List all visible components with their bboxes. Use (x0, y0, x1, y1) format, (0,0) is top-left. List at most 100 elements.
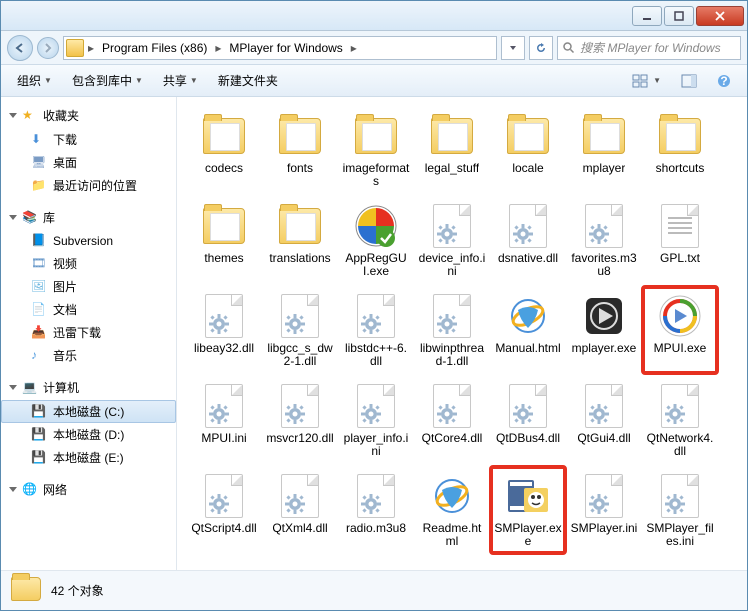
file-item[interactable]: radio.m3u8 (339, 467, 413, 553)
file-item[interactable]: AppRegGUI.exe (339, 197, 413, 283)
minimize-button[interactable] (632, 6, 662, 26)
file-item[interactable]: translations (263, 197, 337, 283)
settings-file-icon (433, 204, 471, 248)
sidebar-item-downloads[interactable]: ⬇下载 (1, 128, 176, 151)
back-button[interactable] (7, 35, 33, 61)
folder-icon (355, 118, 397, 154)
file-item[interactable]: SMPlayer_files.ini (643, 467, 717, 553)
settings-file-icon (585, 204, 623, 248)
folder-icon (279, 118, 321, 154)
close-button[interactable] (696, 6, 744, 26)
forward-button[interactable] (37, 37, 59, 59)
sidebar-item-drive-e[interactable]: 💾本地磁盘 (E:) (1, 446, 176, 469)
dropdown-button[interactable] (501, 36, 525, 60)
file-item[interactable]: msvcr120.dll (263, 377, 337, 463)
chevron-right-icon[interactable]: ▸ (349, 41, 359, 55)
file-name: legal_stuff (425, 162, 480, 175)
file-item[interactable]: QtDBus4.dll (491, 377, 565, 463)
new-folder-button[interactable]: 新建文件夹 (210, 68, 286, 93)
file-name: shortcuts (656, 162, 705, 175)
file-item[interactable]: libeay32.dll (187, 287, 261, 373)
file-item[interactable]: Readme.html (415, 467, 489, 553)
file-name: imageformats (342, 162, 410, 188)
file-item[interactable]: device_info.ini (415, 197, 489, 283)
file-item[interactable]: QtXml4.dll (263, 467, 337, 553)
file-name: translations (269, 252, 330, 265)
chevron-down-icon: ▼ (44, 76, 52, 85)
file-item[interactable]: libgcc_s_dw2-1.dll (263, 287, 337, 373)
file-item[interactable]: imageformats (339, 107, 413, 193)
file-item[interactable]: mplayer.exe (567, 287, 641, 373)
help-button[interactable]: ? (709, 70, 739, 92)
recent-icon: 📁 (31, 178, 47, 194)
file-item[interactable]: MPUI.ini (187, 377, 261, 463)
network-header[interactable]: 🌐网络 (1, 477, 176, 502)
exe-icon (354, 204, 398, 248)
star-icon: ★ (22, 108, 38, 124)
file-item[interactable]: legal_stuff (415, 107, 489, 193)
search-icon (562, 41, 576, 55)
breadcrumb[interactable]: ▸ Program Files (x86) ▸ MPlayer for Wind… (63, 36, 497, 60)
sidebar-item-recent[interactable]: 📁最近访问的位置 (1, 174, 176, 197)
sidebar-item-desktop[interactable]: 🖥桌面 (1, 151, 176, 174)
search-input[interactable]: 搜索 MPlayer for Windows (557, 36, 741, 60)
sidebar-item-documents[interactable]: 📄文档 (1, 298, 176, 321)
file-item[interactable]: Manual.html (491, 287, 565, 373)
chevron-right-icon[interactable]: ▸ (86, 41, 96, 55)
sidebar-item-videos[interactable]: 🎞视频 (1, 252, 176, 275)
file-list[interactable]: codecsfontsimageformats legal_stuff locale… (177, 97, 747, 570)
settings-file-icon (357, 474, 395, 518)
sidebar-item-drive-d[interactable]: 💾本地磁盘 (D:) (1, 423, 176, 446)
file-item[interactable]: SMPlayer.exe (491, 467, 565, 553)
file-item[interactable]: QtScript4.dll (187, 467, 261, 553)
text-file-icon (661, 204, 699, 248)
file-name: QtNetwork4.dll (646, 432, 714, 458)
file-item[interactable]: MPUI.exe (643, 287, 717, 373)
libraries-header[interactable]: 📚库 (1, 205, 176, 230)
computer-header[interactable]: 💻计算机 (1, 375, 176, 400)
sidebar-item-drive-c[interactable]: 💾本地磁盘 (C:) (1, 400, 176, 423)
picture-icon: 🖼 (31, 279, 47, 295)
file-item[interactable]: libwinpthread-1.dll (415, 287, 489, 373)
refresh-button[interactable] (529, 36, 553, 60)
file-name: GPL.txt (660, 252, 700, 265)
file-item[interactable]: mplayer (567, 107, 641, 193)
breadcrumb-segment[interactable]: MPlayer for Windows (225, 37, 346, 59)
file-item[interactable]: libstdc++-6.dll (339, 287, 413, 373)
preview-pane-button[interactable] (673, 70, 705, 92)
folder-icon (203, 118, 245, 154)
view-options-button[interactable]: ▼ (624, 70, 669, 92)
file-name: libwinpthread-1.dll (418, 342, 486, 368)
file-item[interactable]: shortcuts (643, 107, 717, 193)
favorites-header[interactable]: ★收藏夹 (1, 103, 176, 128)
file-item[interactable]: QtNetwork4.dll (643, 377, 717, 463)
file-item[interactable]: GPL.txt (643, 197, 717, 283)
file-item[interactable]: codecs (187, 107, 261, 193)
file-name: SMPlayer.exe (494, 522, 562, 548)
maximize-button[interactable] (664, 6, 694, 26)
sidebar-item-music[interactable]: ♪音乐 (1, 344, 176, 367)
breadcrumb-segment[interactable]: Program Files (x86) (98, 37, 211, 59)
html-file-icon (508, 296, 548, 336)
settings-file-icon (281, 474, 319, 518)
explorer-window: ▸ Program Files (x86) ▸ MPlayer for Wind… (0, 0, 748, 611)
sidebar-item-pictures[interactable]: 🖼图片 (1, 275, 176, 298)
file-item[interactable]: dsnative.dll (491, 197, 565, 283)
organize-menu[interactable]: 组织▼ (9, 68, 60, 93)
file-item[interactable]: player_info.ini (339, 377, 413, 463)
file-item[interactable]: SMPlayer.ini (567, 467, 641, 553)
folder-icon (507, 118, 549, 154)
settings-file-icon (205, 474, 243, 518)
file-item[interactable]: QtGui4.dll (567, 377, 641, 463)
file-item[interactable]: themes (187, 197, 261, 283)
sidebar-item-xunlei[interactable]: 📥迅雷下载 (1, 321, 176, 344)
file-item[interactable]: locale (491, 107, 565, 193)
include-library-menu[interactable]: 包含到库中▼ (64, 68, 151, 93)
file-item[interactable]: QtCore4.dll (415, 377, 489, 463)
file-name: locale (512, 162, 543, 175)
sidebar-item-subversion[interactable]: 📘Subversion (1, 230, 176, 252)
file-item[interactable]: fonts (263, 107, 337, 193)
share-menu[interactable]: 共享▼ (155, 68, 206, 93)
chevron-right-icon[interactable]: ▸ (213, 41, 223, 55)
file-item[interactable]: favorites.m3u8 (567, 197, 641, 283)
